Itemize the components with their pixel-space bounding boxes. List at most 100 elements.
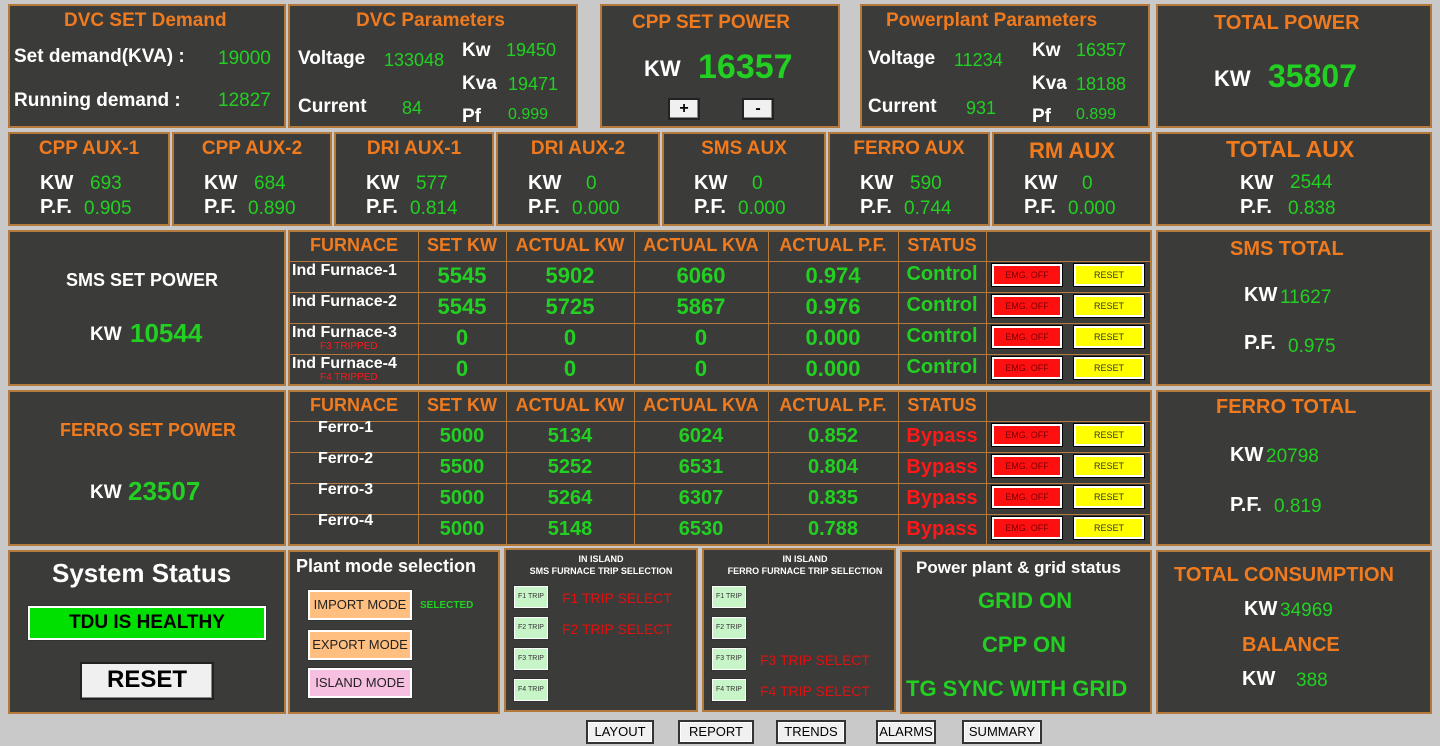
- furnace-name: Ind Furnace-1: [292, 262, 397, 279]
- emg-off-button[interactable]: EMG. OFF: [991, 485, 1063, 509]
- cell-set: 5000: [439, 487, 485, 509]
- reset-button[interactable]: RESET: [1073, 294, 1145, 318]
- cell-kva: 5867: [676, 294, 726, 319]
- total-power-kw-label: KW: [1214, 66, 1251, 91]
- ferro-f3-trip-select: F3 TRIP SELECT: [760, 652, 870, 668]
- furnace-name: Ferro-1: [318, 419, 374, 436]
- plant-mode-title: Plant mode selection: [296, 556, 477, 576]
- aux-pf-value: 0.814: [410, 198, 458, 219]
- set-demand-value: 19000: [218, 48, 271, 69]
- sms-f2-trip-button[interactable]: F2 TRIP: [513, 616, 549, 640]
- sms-f3-trip-button[interactable]: F3 TRIP: [513, 647, 549, 671]
- island-mode-button[interactable]: ISLAND MODE: [307, 667, 413, 699]
- aux-panel: CPP AUX-2 KW 684 P.F. 0.890: [172, 132, 332, 226]
- status-cell: Bypass: [906, 487, 978, 509]
- cell-kva: 6060: [676, 263, 726, 288]
- reset-button[interactable]: RESET: [1073, 485, 1145, 509]
- cell-set: 0: [455, 356, 469, 381]
- aux-panel: FERRO AUX KW 590 P.F. 0.744: [828, 132, 990, 226]
- voltage-label: Voltage: [298, 48, 366, 69]
- consumption-kw-label: KW: [1244, 598, 1278, 620]
- running-demand-label: Running demand :: [14, 90, 181, 111]
- reset-button[interactable]: RESET: [1073, 454, 1145, 478]
- ferro-total-pf-label: P.F.: [1230, 494, 1262, 516]
- emg-off-button[interactable]: EMG. OFF: [991, 325, 1063, 349]
- cell-pf: 0.835: [807, 487, 859, 509]
- aux-pf-label: P.F.: [528, 196, 560, 218]
- total-power-panel: TOTAL POWER KW 35807: [1156, 4, 1432, 128]
- table-header: ACTUAL KW: [515, 395, 625, 415]
- reset-button[interactable]: RESET: [1073, 423, 1145, 447]
- pp-current-label: Current: [868, 96, 937, 117]
- pp-pf-label: Pf: [1032, 106, 1051, 127]
- dvc-kva-value: 19471: [508, 74, 559, 94]
- alarms-nav-button[interactable]: ALARMS: [876, 720, 936, 744]
- cell-set: 5545: [437, 294, 487, 319]
- grid-status-panel: Power plant & grid status GRID ON CPP ON…: [900, 550, 1152, 714]
- emg-off-button[interactable]: EMG. OFF: [991, 516, 1063, 540]
- status-cell: Control: [906, 325, 978, 347]
- table-header: SET KW: [427, 395, 497, 415]
- furnace-name: Ind Furnace-4: [292, 355, 397, 372]
- ferro-trip-selection-panel: IN ISLAND FERRO FURNACE TRIP SELECTION F…: [702, 548, 896, 712]
- pp-params-title: Powerplant Parameters: [886, 10, 1098, 31]
- aux-panel: RM AUX KW 0 P.F. 0.000: [992, 132, 1152, 226]
- ferro-total-pf-value: 0.819: [1274, 496, 1322, 517]
- cell-kw: 0: [563, 356, 577, 381]
- status-cell: Control: [906, 356, 978, 378]
- table-header: ACTUAL KVA: [643, 235, 759, 255]
- reset-button[interactable]: RESET: [1073, 263, 1145, 287]
- pp-voltage-label: Voltage: [868, 48, 936, 69]
- aux-title: DRI AUX-1: [366, 138, 462, 159]
- emg-off-button[interactable]: EMG. OFF: [991, 356, 1063, 380]
- ferro-f2-trip-button[interactable]: F2 TRIP: [711, 616, 747, 640]
- cell-set: 0: [455, 325, 469, 350]
- cpp-set-power-panel: CPP SET POWER KW 16357 + -: [600, 4, 840, 128]
- sms-f4-trip-button[interactable]: F4 TRIP: [513, 678, 549, 702]
- aux-kw-label: KW: [860, 172, 894, 194]
- emg-off-button[interactable]: EMG. OFF: [991, 454, 1063, 478]
- pp-pf-value: 0.899: [1076, 106, 1117, 123]
- cell-pf: 0.804: [807, 456, 859, 478]
- emg-off-button[interactable]: EMG. OFF: [991, 423, 1063, 447]
- aux-pf-value: 0.905: [84, 198, 132, 219]
- emg-off-button[interactable]: EMG. OFF: [991, 294, 1063, 318]
- trip-indicator: F4 TRIPPED: [320, 372, 378, 383]
- cell-set: 5500: [439, 456, 485, 478]
- emg-off-button[interactable]: EMG. OFF: [991, 263, 1063, 287]
- dvc-voltage-value: 133048: [384, 50, 445, 70]
- cell-kw: 5252: [547, 456, 593, 478]
- decrease-button[interactable]: -: [742, 98, 774, 120]
- table-header: SET KW: [427, 235, 497, 255]
- system-reset-button[interactable]: RESET: [80, 662, 214, 700]
- trends-nav-button[interactable]: TRENDS: [776, 720, 846, 744]
- ferro-f3-trip-button[interactable]: F3 TRIP: [711, 647, 747, 671]
- reset-button[interactable]: RESET: [1073, 356, 1145, 380]
- sms-kw-value: 10544: [130, 318, 203, 348]
- trip-indicator: F3 TRIPPED: [320, 341, 378, 352]
- balance-kw-label: KW: [1242, 668, 1276, 690]
- cell-kva: 6530: [678, 518, 724, 540]
- import-mode-button[interactable]: IMPORT MODE: [307, 589, 413, 621]
- ferro-f1-trip-button[interactable]: F1 TRIP: [711, 585, 747, 609]
- aux-kw-value: 577: [416, 173, 448, 194]
- total-aux-pf-value: 0.838: [1288, 198, 1336, 219]
- increase-button[interactable]: +: [668, 98, 700, 120]
- status-cell: Control: [906, 263, 978, 285]
- sms-f1-trip-button[interactable]: F1 TRIP: [513, 585, 549, 609]
- report-nav-button[interactable]: REPORT: [678, 720, 754, 744]
- layout-nav-button[interactable]: LAYOUT: [586, 720, 654, 744]
- ferro-total-panel: FERRO TOTAL KW 20798 P.F. 0.819: [1156, 390, 1432, 546]
- cpp-kw-label: KW: [644, 56, 681, 81]
- summary-nav-button[interactable]: SUMMARY: [962, 720, 1042, 744]
- dvc-pf-value: 0.999: [508, 106, 549, 123]
- reset-button[interactable]: RESET: [1073, 325, 1145, 349]
- reset-button[interactable]: RESET: [1073, 516, 1145, 540]
- total-aux-pf-label: P.F.: [1240, 196, 1272, 218]
- aux-pf-label: P.F.: [860, 196, 892, 218]
- ferro-trip-title1: IN ISLAND: [782, 554, 828, 564]
- status-cell: Bypass: [906, 425, 978, 447]
- export-mode-button[interactable]: EXPORT MODE: [307, 629, 413, 661]
- sms-total-kw-value: 11627: [1280, 287, 1332, 308]
- ferro-f4-trip-button[interactable]: F4 TRIP: [711, 678, 747, 702]
